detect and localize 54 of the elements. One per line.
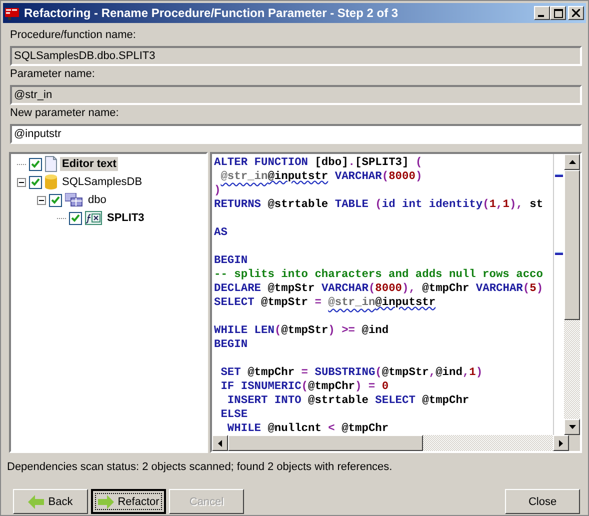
status-text: Dependencies scan status: 2 objects scanned; found 2 objects with references. — [7, 460, 394, 474]
checkbox[interactable] — [69, 212, 82, 224]
right-arrow-icon — [98, 494, 114, 508]
function-icon — [85, 211, 102, 225]
left-arrow-icon — [28, 494, 44, 508]
collapse-icon[interactable] — [17, 178, 26, 186]
tree-item[interactable]: dbo — [86, 193, 108, 207]
right-arrow-icon[interactable] — [559, 440, 563, 446]
scrollbar-corner — [569, 435, 580, 451]
code-line: SET @tmpChr = SUBSTRING(@tmpStr,@ind,1) — [220, 366, 483, 380]
checkbox[interactable] — [29, 176, 42, 188]
tree-item[interactable]: SPLIT3 — [105, 211, 146, 225]
dialog-button[interactable]: Close — [505, 489, 580, 514]
close-button[interactable] — [568, 6, 584, 20]
dialog-button[interactable]: Refactor — [91, 489, 166, 514]
document-icon — [45, 156, 57, 172]
up-arrow-icon[interactable] — [568, 160, 576, 164]
code-line: DECLARE @tmpStr VARCHAR(8000), @tmpChr VARCHAR(5) — [214, 282, 544, 296]
code-line: RETURNS @strtable TABLE (id int identity(1,1), st — [214, 198, 544, 212]
code-line: ALTER FUNCTION [dbo].[SPLIT3] ( — [214, 156, 422, 170]
text-field[interactable]: @inputstr — [10, 124, 582, 144]
maximize-button[interactable] — [550, 6, 566, 20]
code-line: ELSE — [220, 408, 248, 422]
field-label: New parameter name: — [10, 106, 120, 121]
checkbox[interactable] — [29, 158, 42, 170]
dialog-button[interactable]: Back — [13, 489, 88, 514]
code-line: AS — [214, 226, 228, 240]
vertical-scrollbar[interactable] — [553, 154, 580, 435]
horizontal-scrollbar[interactable] — [212, 435, 580, 451]
tree-item[interactable]: SQLSamplesDB — [60, 175, 144, 189]
code-line: BEGIN — [214, 254, 248, 268]
code-line: SELECT @tmpStr = @str_in@inputstr — [214, 296, 436, 310]
code-line: ) — [214, 184, 221, 198]
code-line: WHILE LEN(@tmpStr) >= @ind — [214, 324, 389, 338]
code-line: INSERT INTO @strtable SELECT @tmpChr — [226, 394, 470, 408]
maximize-icon — [554, 8, 562, 18]
down-arrow-icon[interactable] — [568, 425, 576, 429]
code-line: IF ISNUMERIC(@tmpChr) = 0 — [220, 380, 389, 394]
code-line: BEGIN — [214, 338, 248, 352]
close-icon — [572, 9, 580, 17]
tree-item[interactable]: Editor text — [60, 157, 118, 171]
code-line: @str_in@inputstr VARCHAR(8000) — [220, 170, 422, 184]
window-title: Refactoring - Rename Procedure/Function Parameter - Step 2 of 3 — [24, 6, 400, 20]
collapse-icon[interactable] — [37, 196, 46, 204]
code-line: -- splits into characters and adds null rows acco — [214, 268, 543, 282]
code-line: WHILE @nullcnt < @tmpChr — [226, 422, 389, 435]
field-label: Procedure/function name: — [10, 28, 137, 43]
table-grid-icon — [65, 193, 83, 207]
field-label: Parameter name: — [10, 67, 96, 82]
minimize-button[interactable] — [534, 6, 550, 20]
database-icon — [45, 174, 57, 190]
left-arrow-icon[interactable] — [218, 440, 222, 446]
app-logo-icon — [5, 6, 21, 20]
checkbox[interactable] — [49, 194, 62, 206]
